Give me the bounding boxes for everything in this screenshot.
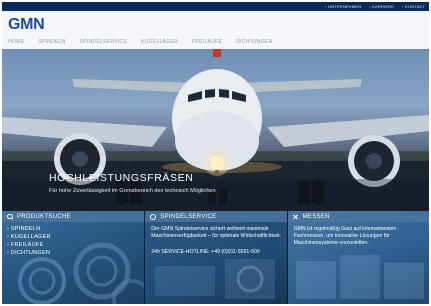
nav-item-kugellager[interactable]: KUGELLAGER <box>141 39 178 45</box>
service-hotline[interactable]: 24h SERVICE-HOTLINE: +49 (0)911-5691-600 <box>151 249 259 255</box>
nav-item-freilaeufe[interactable]: FREILÄUFE <box>192 39 222 45</box>
close-icon <box>293 214 299 220</box>
panel-header: MESSEN <box>287 211 429 222</box>
nav-item-spindeln[interactable]: SPINDELN <box>38 39 65 45</box>
panel-produktsuche: PRODUKTSUCHE SPINDELN KUGELLAGER FREILÄU… <box>2 211 145 304</box>
link-spindeln[interactable]: SPINDELN <box>7 226 51 232</box>
topbar-link-karriere[interactable]: KARRIERE <box>369 4 394 9</box>
panel-messen: MESSEN GMN ist regelmäßig Gast auf inter… <box>286 211 429 304</box>
panel-spindelservice: SPINDELSERVICE Der GMN Spindelservice si… <box>144 211 287 304</box>
machinery-image <box>155 259 276 299</box>
hero-subtitle: Für hohe Zuverlässigkeit im Grenzbereich… <box>49 188 216 194</box>
gmn-logo[interactable]: GMN <box>8 16 45 34</box>
panel-title: MESSEN <box>302 213 330 220</box>
teaser-panels: PRODUKTSUCHE SPINDELN KUGELLAGER FREILÄU… <box>2 211 429 304</box>
topbar-link-kontakt[interactable]: KONTAKT <box>402 4 425 9</box>
utility-bar: UNTERNEHMEN KARRIERE KONTAKT <box>2 2 429 11</box>
main-navigation: HOME SPINDELN SPINDELSERVICE KUGELLAGER … <box>8 39 273 45</box>
service-description: Der GMN Spindelservice sichert weltweit … <box>151 226 282 239</box>
topbar-link-unternehmen[interactable]: UNTERNEHMEN <box>325 4 361 9</box>
panel-title: SPINDELSERVICE <box>160 213 217 220</box>
tradeshow-image <box>295 255 424 299</box>
airplane-image <box>2 49 429 211</box>
panel-title: PRODUKTSUCHE <box>17 213 71 220</box>
nav-item-home[interactable]: HOME <box>8 39 24 45</box>
panel-header: SPINDELSERVICE <box>145 211 287 222</box>
nav-item-dichtungen[interactable]: DICHTUNGEN <box>236 39 272 45</box>
link-kugellager[interactable]: KUGELLAGER <box>7 234 51 240</box>
gear-icon <box>150 213 157 220</box>
messen-description: GMN ist regelmäßig Gast auf internationa… <box>293 226 397 246</box>
product-links: SPINDELN KUGELLAGER FREILÄUFE DICHTUNGEN <box>7 226 51 256</box>
panel-header: PRODUKTSUCHE <box>2 211 145 222</box>
hero-title: HOCHLEISTUNGSFRÄSEN <box>49 172 194 184</box>
search-icon <box>7 213 13 220</box>
page-frame: UNTERNEHMEN KARRIERE KONTAKT GMN HOME SP… <box>2 2 429 304</box>
bearings-image <box>18 242 144 304</box>
link-dichtungen[interactable]: DICHTUNGEN <box>7 250 51 256</box>
site-header: GMN HOME SPINDELN SPINDELSERVICE KUGELLA… <box>2 11 429 49</box>
hero-banner: HOCHLEISTUNGSFRÄSEN Für hohe Zuverlässig… <box>2 49 429 211</box>
nav-item-spindelservice[interactable]: SPINDELSERVICE <box>80 39 127 45</box>
link-freilaeufe[interactable]: FREILÄUFE <box>7 242 51 248</box>
